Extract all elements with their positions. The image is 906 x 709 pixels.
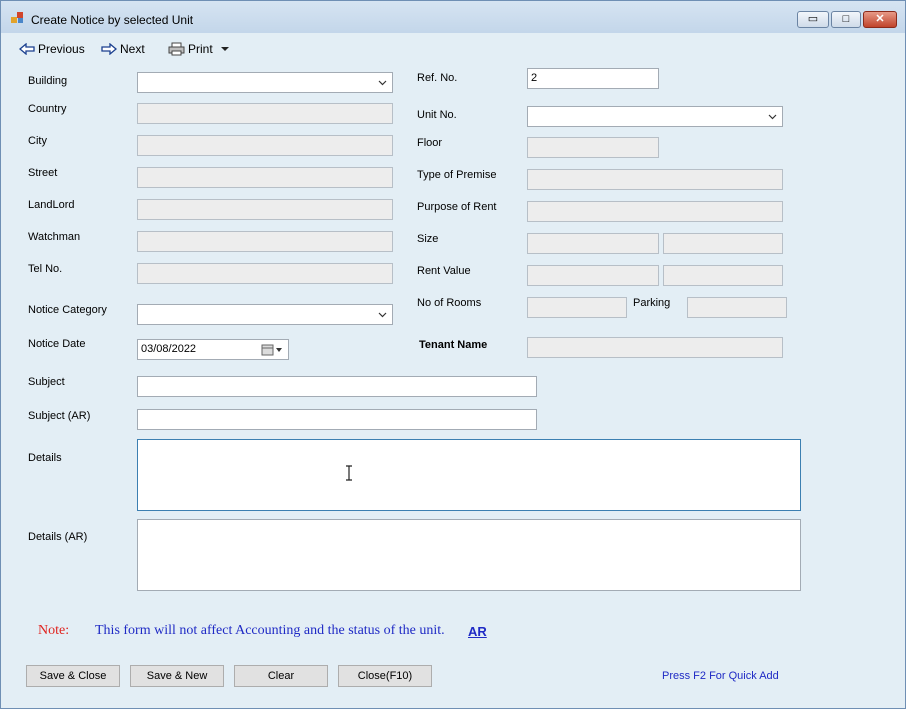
main-window: Create Notice by selected Unit ▭ □ ✕ Pre… xyxy=(0,0,906,709)
landlord-label: LandLord xyxy=(28,199,75,211)
tel-field[interactable] xyxy=(137,263,393,284)
size-label: Size xyxy=(417,233,439,245)
unit-no-label: Unit No. xyxy=(417,109,457,121)
chevron-down-icon xyxy=(768,114,777,120)
subject-ar-label: Subject (AR) xyxy=(28,410,91,422)
rent-period-field[interactable] xyxy=(663,265,783,286)
floor-label: Floor xyxy=(417,137,443,149)
chevron-down-icon xyxy=(378,312,387,318)
type-of-premise-field[interactable] xyxy=(527,169,783,190)
building-label: Building xyxy=(28,75,68,87)
app-icon xyxy=(11,12,23,23)
size-field[interactable] xyxy=(527,233,659,254)
tenant-name-field[interactable] xyxy=(527,337,783,358)
ref-no-value: 2 xyxy=(531,72,538,84)
close-window-button[interactable]: ✕ xyxy=(863,11,897,28)
close-button[interactable]: Close(F10) xyxy=(338,665,432,687)
subject-ar-input[interactable] xyxy=(137,409,537,430)
building-combo[interactable] xyxy=(137,72,393,93)
previous-button[interactable]: Previous xyxy=(19,42,85,56)
ar-link[interactable]: AR xyxy=(468,624,487,639)
note-label: Note: xyxy=(38,623,70,638)
notice-date-value: 03/08/2022 xyxy=(141,343,197,355)
ref-no-input[interactable]: 2 xyxy=(527,68,659,89)
purpose-of-rent-field[interactable] xyxy=(527,201,783,222)
next-label: Next xyxy=(120,42,145,56)
save-new-button[interactable]: Save & New xyxy=(130,665,224,687)
note-text: This form will not affect Accounting and… xyxy=(95,623,445,638)
notice-category-combo[interactable] xyxy=(137,304,393,325)
rent-value-field[interactable] xyxy=(527,265,659,286)
country-label: Country xyxy=(28,103,67,115)
street-field[interactable] xyxy=(137,167,393,188)
notice-date-picker[interactable]: 03/08/2022 xyxy=(137,339,289,360)
city-field[interactable] xyxy=(137,135,393,156)
maximize-icon: □ xyxy=(842,13,850,25)
minimize-icon: ▭ xyxy=(807,13,819,25)
printer-icon xyxy=(168,42,185,56)
watchman-field[interactable] xyxy=(137,231,393,252)
clear-button[interactable]: Clear xyxy=(234,665,328,687)
chevron-down-icon xyxy=(378,80,387,86)
no-of-rooms-label: No of Rooms xyxy=(417,297,482,309)
floor-field[interactable] xyxy=(527,137,659,158)
form-area: Previous Next Print Building Country Cit… xyxy=(9,33,897,700)
save-close-button[interactable]: Save & Close xyxy=(26,665,120,687)
details-textarea[interactable] xyxy=(137,439,801,511)
parking-field[interactable] xyxy=(687,297,787,318)
street-label: Street xyxy=(28,167,58,179)
subject-input[interactable] xyxy=(137,376,537,397)
type-of-premise-label: Type of Premise xyxy=(417,169,497,181)
purpose-of-rent-label: Purpose of Rent xyxy=(417,201,497,213)
unit-no-combo[interactable] xyxy=(527,106,783,127)
calendar-icon xyxy=(261,344,282,356)
landlord-field[interactable] xyxy=(137,199,393,220)
dropdown-arrow-icon xyxy=(220,47,229,51)
city-label: City xyxy=(28,135,47,147)
text-cursor-icon xyxy=(346,465,352,481)
notice-date-label: Notice Date xyxy=(28,338,86,350)
maximize-button[interactable]: □ xyxy=(831,11,861,28)
details-ar-label: Details (AR) xyxy=(28,531,88,543)
print-button[interactable]: Print xyxy=(168,42,233,56)
window-title: Create Notice by selected Unit xyxy=(31,13,194,27)
close-icon: ✕ xyxy=(875,13,885,25)
next-button[interactable]: Next xyxy=(101,42,145,56)
country-field[interactable] xyxy=(137,103,393,124)
watchman-label: Watchman xyxy=(28,231,81,243)
details-ar-textarea[interactable] xyxy=(137,519,801,591)
parking-label: Parking xyxy=(633,297,671,309)
quick-add-hint: Press F2 For Quick Add xyxy=(662,670,779,682)
subject-label: Subject xyxy=(28,376,65,388)
ref-no-label: Ref. No. xyxy=(417,72,458,84)
tel-label: Tel No. xyxy=(28,263,63,275)
print-label: Print xyxy=(188,42,213,56)
minimize-button[interactable]: ▭ xyxy=(797,11,829,28)
tenant-name-label: Tenant Name xyxy=(419,339,488,351)
details-label: Details xyxy=(28,452,62,464)
rent-value-label: Rent Value xyxy=(417,265,471,277)
arrow-left-icon xyxy=(19,43,35,55)
no-of-rooms-field[interactable] xyxy=(527,297,627,318)
previous-label: Previous xyxy=(38,42,85,56)
notice-category-label: Notice Category xyxy=(28,304,107,316)
size-unit-field[interactable] xyxy=(663,233,783,254)
title-bar: Create Notice by selected Unit ▭ □ ✕ xyxy=(1,1,905,33)
arrow-right-icon xyxy=(101,43,117,55)
